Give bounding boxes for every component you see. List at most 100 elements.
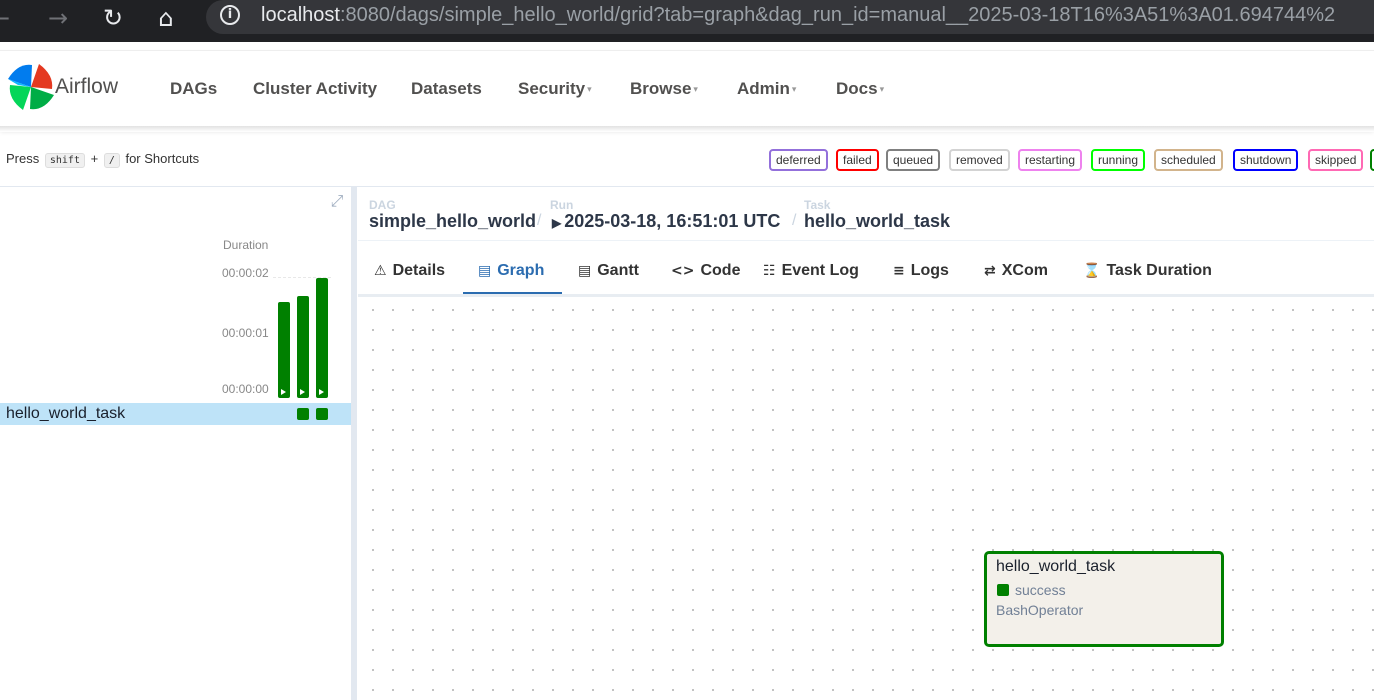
shift-key: shift xyxy=(44,153,85,168)
legend-running[interactable]: running xyxy=(1091,149,1146,171)
node-state-indicator xyxy=(997,584,1009,596)
breadcrumb-separator: / xyxy=(792,212,797,229)
code-icon: <> xyxy=(671,263,695,279)
play-icon: ▶ xyxy=(552,216,562,230)
address-bar[interactable]: i localhost:8080/dags/simple_hello_world… xyxy=(206,0,1374,34)
nav-datasets-label: Datasets xyxy=(411,79,482,98)
nav-security[interactable]: Security ▾ xyxy=(518,79,592,99)
legend-skipped[interactable]: skipped xyxy=(1308,149,1364,171)
breadcrumb-separator: / xyxy=(537,212,542,229)
duration-tick-zero: 00:00:00 xyxy=(222,382,269,396)
panel-resizer[interactable] xyxy=(351,187,357,700)
tab-xcom-label: XCom xyxy=(1001,262,1048,279)
breadcrumb-divider xyxy=(358,240,1374,241)
nav-admin[interactable]: Admin ▾ xyxy=(737,79,796,99)
legend-scheduled[interactable]: scheduled xyxy=(1154,149,1223,171)
task-row-hello-world[interactable]: hello_world_task xyxy=(0,403,351,425)
duration-tick-mid: 00:00:01 xyxy=(222,326,269,340)
breadcrumb-dag-label: DAG xyxy=(369,198,396,212)
forward-arrow-icon[interactable]: → xyxy=(40,3,76,33)
nav-dags-label: DAGs xyxy=(170,79,218,98)
breadcrumb-run-label: Run xyxy=(550,198,574,212)
duration-chart xyxy=(273,277,331,398)
tab-logs-label: Logs xyxy=(910,262,949,279)
breadcrumb-run[interactable]: ▶ 2025-03-18, 16:51:01 UTC xyxy=(552,211,780,232)
breadcrumb-run-value: 2025-03-18, 16:51:01 UTC xyxy=(564,211,781,231)
duration-label: Duration xyxy=(223,238,269,252)
nav-datasets[interactable]: Datasets xyxy=(411,79,482,99)
play-icon xyxy=(319,389,324,395)
nav-cluster-activity-label: Cluster Activity xyxy=(253,79,378,98)
tab-gantt[interactable]: ▤ Gantt xyxy=(578,262,639,280)
breadcrumb-dag[interactable]: simple_hello_world xyxy=(369,211,536,232)
legend-restarting[interactable]: restarting xyxy=(1018,149,1083,171)
browser-toolbar: ← → ↻ ⌂ i localhost:8080/dags/simple_hel… xyxy=(0,0,1374,42)
hourglass-icon: ⌛ xyxy=(1083,263,1101,279)
nav-browse-label: Browse xyxy=(630,79,692,98)
play-icon xyxy=(300,389,305,395)
warning-icon: ⚠ xyxy=(374,263,387,279)
tab-xcom[interactable]: ⇄ XCom xyxy=(984,262,1048,280)
tab-logs[interactable]: ≡ Logs xyxy=(893,262,949,280)
nav-browse[interactable]: Browse ▾ xyxy=(630,79,698,99)
nav-docs[interactable]: Docs ▾ xyxy=(836,79,884,99)
chevron-down-icon: ▾ xyxy=(791,84,797,95)
breadcrumb-task[interactable]: hello_world_task xyxy=(804,211,950,232)
nav-cluster-activity[interactable]: Cluster Activity xyxy=(253,79,377,99)
shortcut-hint: Press shift + / for Shortcuts xyxy=(6,151,199,168)
play-icon xyxy=(281,389,286,395)
chevron-down-icon: ▾ xyxy=(587,84,592,95)
url-text[interactable]: localhost:8080/dags/simple_hello_world/g… xyxy=(261,4,1335,27)
tab-details-label: Details xyxy=(392,262,446,279)
collapse-icon[interactable]: ⤢ xyxy=(328,192,346,210)
legend-shutdown[interactable]: shutdown xyxy=(1233,149,1299,171)
shortcut-suffix-text: for Shortcuts xyxy=(125,151,200,166)
url-path: :8080/dags/simple_hello_world/grid?tab=g… xyxy=(339,4,1336,26)
tab-code[interactable]: <> Code xyxy=(671,262,740,280)
slash-key: / xyxy=(103,153,120,168)
breadcrumb-task-label: Task xyxy=(804,198,831,212)
task-instance-cell[interactable] xyxy=(297,408,309,420)
content-divider xyxy=(0,186,1374,187)
nav-admin-label: Admin xyxy=(737,79,790,98)
legend-success[interactable]: success xyxy=(1370,149,1374,171)
tab-graph[interactable]: ▤ Graph xyxy=(478,262,544,280)
airflow-navbar: Airflow DAGs Cluster Activity Datasets S… xyxy=(0,50,1374,127)
xcom-icon: ⇄ xyxy=(984,263,996,279)
chevron-down-icon: ▾ xyxy=(879,84,885,95)
tab-gantt-label: Gantt xyxy=(597,262,640,279)
site-info-icon[interactable]: i xyxy=(220,5,240,25)
nav-dags[interactable]: DAGs xyxy=(170,79,217,99)
shortcut-press-text: Press xyxy=(6,151,40,166)
nav-security-label: Security xyxy=(518,79,586,98)
legend-failed[interactable]: failed xyxy=(836,149,879,171)
airflow-brand[interactable]: Airflow xyxy=(55,75,118,99)
logs-icon: ≡ xyxy=(893,263,905,279)
chevron-down-icon: ▾ xyxy=(693,84,698,95)
node-state: success xyxy=(1015,582,1066,598)
node-title: hello_world_task xyxy=(996,558,1116,575)
run-duration-bar[interactable] xyxy=(316,278,328,398)
back-arrow-icon[interactable]: ← xyxy=(0,3,18,33)
duration-tick-max: 00:00:02 xyxy=(222,266,269,280)
tab-code-label: Code xyxy=(700,262,741,279)
gantt-icon: ▤ xyxy=(578,263,592,279)
graph-icon: ▤ xyxy=(478,263,492,279)
legend-deferred[interactable]: deferred xyxy=(769,149,828,171)
home-icon[interactable]: ⌂ xyxy=(148,3,184,33)
tab-event-log[interactable]: ☷ Event Log xyxy=(763,262,859,280)
task-instance-cell[interactable] xyxy=(316,408,328,420)
legend-queued[interactable]: queued xyxy=(886,149,941,171)
reload-icon[interactable]: ↻ xyxy=(95,3,131,33)
graph-node-hello-world-task[interactable]: hello_world_task success BashOperator xyxy=(984,551,1224,647)
run-duration-bar[interactable] xyxy=(278,302,290,398)
shortcut-plus: + xyxy=(90,151,99,166)
legend-removed[interactable]: removed xyxy=(949,149,1010,171)
run-duration-bar[interactable] xyxy=(297,296,309,398)
tab-task-duration[interactable]: ⌛ Task Duration xyxy=(1083,262,1212,280)
airflow-logo-icon[interactable] xyxy=(2,59,60,115)
url-host: localhost xyxy=(261,4,340,26)
nav-docs-label: Docs xyxy=(836,79,878,98)
tab-details[interactable]: ⚠ Details xyxy=(374,262,445,280)
tab-event-log-label: Event Log xyxy=(781,262,859,279)
